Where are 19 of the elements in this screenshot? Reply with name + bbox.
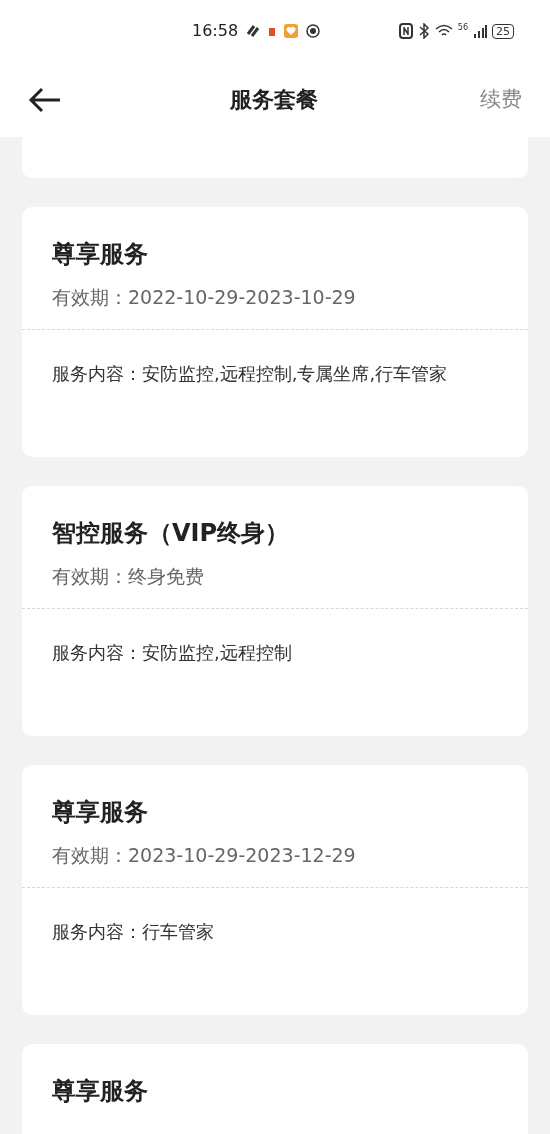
service-title: 智控服务（VIP终身） <box>52 518 291 549</box>
validity-text: 有效期：2022-10-29-2023-10-29 <box>52 285 357 310</box>
status-time: 16:58 <box>192 20 239 42</box>
validity-text: 有效期：2023-10-29-2023-12-29 <box>52 843 357 868</box>
service-title: 尊享服务 <box>52 797 149 828</box>
renew-button[interactable]: 续费 <box>480 83 522 116</box>
wifi-icon <box>434 24 453 38</box>
battery-indicator: 25 <box>492 23 514 39</box>
signal-icon <box>473 24 487 38</box>
service-title: 尊享服务 <box>52 239 149 270</box>
page-title: 服务套餐 <box>230 86 318 114</box>
service-content: 服务内容：安防监控,远程控制,专属坐席,行车管家 <box>52 363 448 384</box>
service-content: 服务内容：安防监控,远程控制 <box>52 642 292 663</box>
bluetooth-icon <box>417 23 430 39</box>
service-title: 尊享服务 <box>52 1076 149 1107</box>
service-content: 服务内容：行车管家 <box>52 921 214 942</box>
network-label: 56 <box>457 24 468 32</box>
nfc-icon <box>398 23 413 39</box>
validity-text: 有效期：终身免费 <box>52 564 205 589</box>
